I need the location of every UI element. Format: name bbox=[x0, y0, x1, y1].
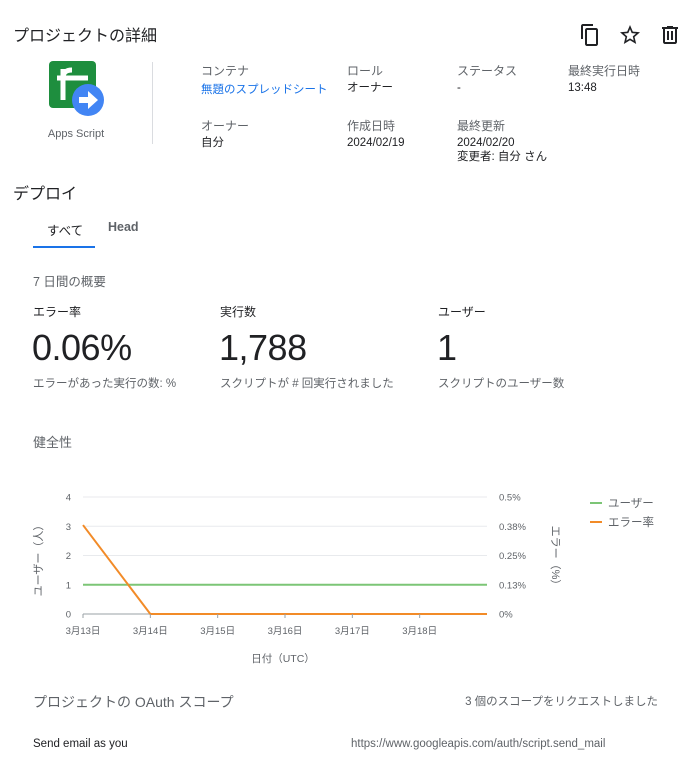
legend-label: エラー率 bbox=[608, 515, 654, 529]
container-link[interactable]: 無題のスプレッドシート bbox=[201, 81, 328, 97]
divider bbox=[152, 62, 153, 144]
executions-desc: スクリプトが # 回実行されました bbox=[220, 378, 394, 390]
y-tick-label-right: 0% bbox=[499, 610, 513, 621]
executions-label: 実行数 bbox=[220, 305, 257, 319]
error-rate-label: エラー率 bbox=[33, 305, 82, 319]
role-label: ロール bbox=[347, 64, 384, 78]
created-label: 作成日時 bbox=[347, 119, 396, 133]
delete-icon[interactable] bbox=[658, 23, 682, 47]
executions-value: 1,788 bbox=[219, 327, 307, 368]
y-tick-label-right: 0.38% bbox=[499, 522, 526, 533]
star-icon[interactable] bbox=[618, 23, 642, 47]
y-tick-label-right: 0.25% bbox=[499, 551, 526, 562]
scope-url: https://www.googleapis.com/auth/script.s… bbox=[351, 738, 606, 750]
error-rate-desc: エラーがあった実行の数: % bbox=[33, 378, 177, 390]
page-title: プロジェクトの詳細 bbox=[13, 28, 158, 45]
health-chart: 0 0% 1 0.13% 2 0.25% 3 0.38% 4 0.5% 3月13日 3月14日 3月15… bbox=[32, 493, 654, 666]
created-value: 2024/02/19 bbox=[347, 137, 405, 149]
y-tick-label-left: 4 bbox=[66, 493, 71, 504]
y-tick-label-right: 0.13% bbox=[499, 580, 526, 591]
summary-title: 7 日間の概要 bbox=[33, 275, 106, 289]
active-tab-indicator bbox=[33, 246, 95, 248]
updated-by: 変更者: 自分 さん bbox=[457, 151, 548, 163]
y-axis-label-left: ユーザー（人） bbox=[32, 520, 45, 597]
container-label: コンテナ bbox=[201, 64, 250, 78]
owner-value: 自分 bbox=[201, 137, 224, 149]
scope-name: Send email as you bbox=[33, 738, 128, 750]
updated-value: 2024/02/20 bbox=[457, 137, 515, 149]
owner-label: オーナー bbox=[201, 119, 250, 133]
users-label: ユーザー bbox=[438, 305, 486, 319]
x-tick-label: 3月13日 bbox=[66, 626, 101, 637]
y-tick-label-left: 3 bbox=[66, 522, 71, 533]
y-tick-label-left: 2 bbox=[66, 551, 71, 562]
x-tick-label: 3月15日 bbox=[200, 626, 235, 637]
deploy-title: デプロイ bbox=[13, 186, 78, 203]
status-label: ステータス bbox=[457, 64, 518, 78]
legend-label: ユーザー bbox=[608, 497, 654, 510]
x-tick-label: 3月16日 bbox=[268, 626, 303, 637]
updated-label: 最終更新 bbox=[457, 119, 506, 133]
status-value: - bbox=[457, 82, 461, 94]
x-tick-label: 3月14日 bbox=[133, 626, 168, 637]
x-tick-label: 3月18日 bbox=[402, 626, 437, 637]
users-value: 1 bbox=[437, 327, 457, 368]
app-name: Apps Script bbox=[47, 128, 105, 140]
copy-icon[interactable] bbox=[578, 23, 602, 47]
error-rate-value: 0.06% bbox=[32, 327, 132, 368]
series-line-error-rate bbox=[82, 524, 487, 615]
y-tick-label-left: 0 bbox=[66, 610, 71, 621]
x-axis-label: 日付（UTC） bbox=[251, 652, 315, 665]
y-tick-label-left: 1 bbox=[66, 580, 71, 591]
users-desc: スクリプトのユーザー数 bbox=[438, 378, 565, 390]
scopes-title: プロジェクトの OAuth スコープ bbox=[33, 694, 234, 710]
tab-all[interactable]: すべて bbox=[47, 220, 83, 239]
last-run-value: 13:48 bbox=[568, 82, 597, 94]
y-axis-label-right: エラー（%） bbox=[549, 526, 562, 591]
x-tick-label: 3月17日 bbox=[335, 626, 370, 637]
apps-script-logo bbox=[49, 61, 105, 117]
y-tick-label-right: 0.5% bbox=[499, 493, 521, 504]
health-title: 健全性 bbox=[33, 435, 73, 450]
role-value: オーナー bbox=[347, 82, 393, 94]
tab-head[interactable]: Head bbox=[108, 220, 139, 234]
scopes-count: 3 個のスコープをリクエストしました bbox=[465, 696, 658, 708]
last-run-label: 最終実行日時 bbox=[568, 64, 641, 78]
